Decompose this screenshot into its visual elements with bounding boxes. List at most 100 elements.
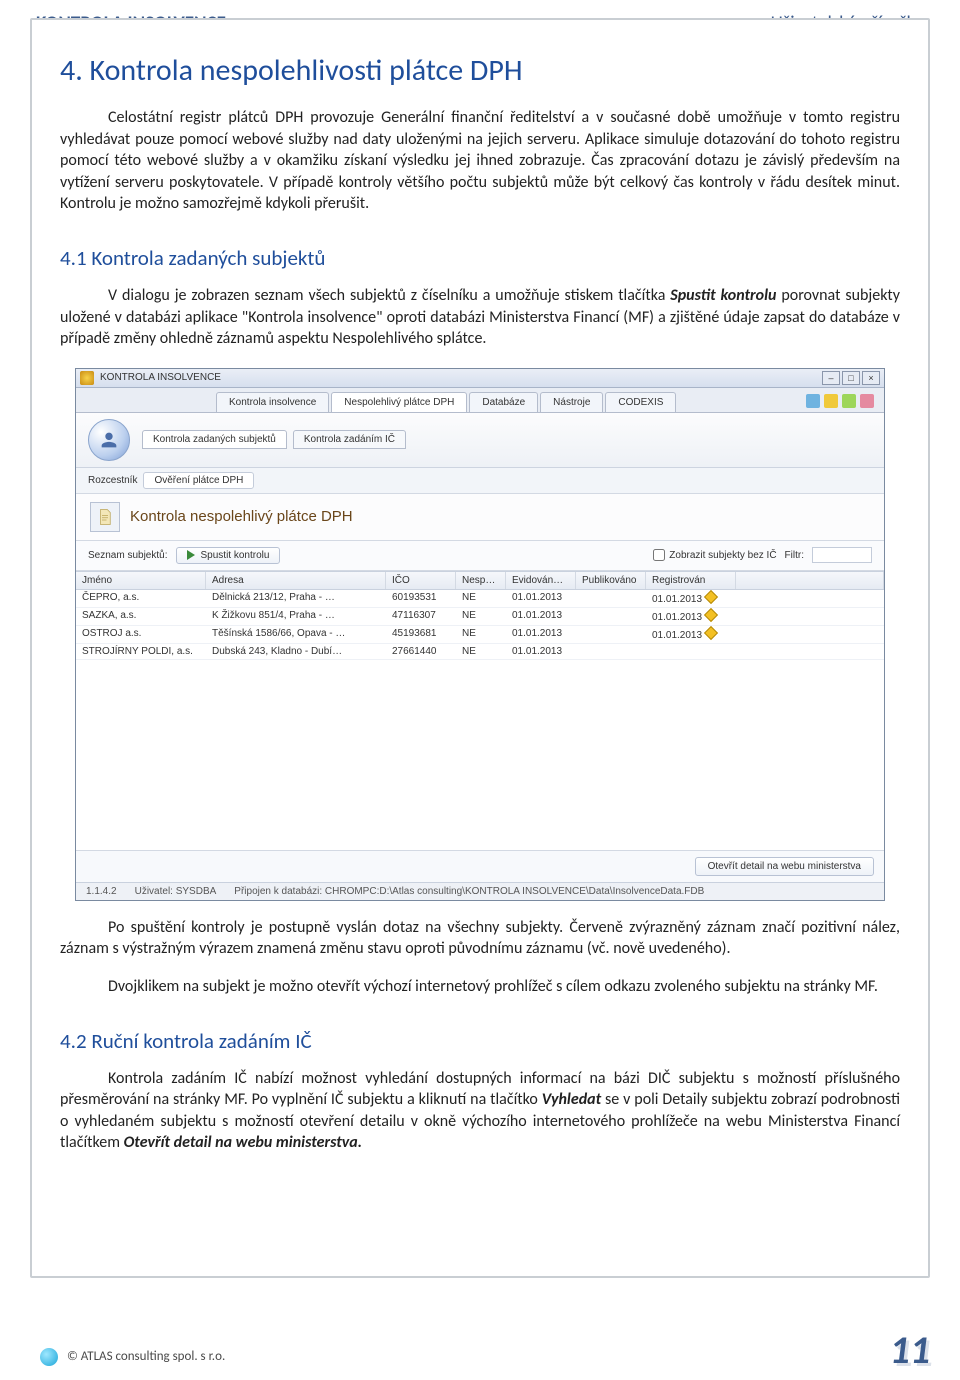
subtab-kontrola-ic[interactable]: Kontrola zadáním IČ	[293, 430, 406, 449]
window-buttons: – □ ×	[822, 371, 880, 385]
col-publikovano[interactable]: Publikováno	[576, 572, 646, 589]
col-ico[interactable]: IČO	[386, 572, 456, 589]
show-without-ic-input[interactable]	[653, 549, 665, 561]
grid-body: ČEPRO, a.s.Dělnická 213/12, Praha - …601…	[76, 590, 884, 850]
table-cell	[736, 644, 884, 659]
after-screenshot-p1: Po spuštění kontroly je postupně vyslán …	[60, 917, 900, 960]
filter-input[interactable]	[812, 547, 872, 563]
tab-codexis[interactable]: CODEXIS	[605, 392, 676, 412]
window-title: KONTROLA INSOLVENCE	[100, 372, 221, 383]
table-cell	[576, 608, 646, 625]
quick-icon-2[interactable]	[824, 394, 838, 408]
col-spacer	[736, 572, 884, 589]
panel-icon	[90, 502, 120, 532]
toolbar-quick-icons	[806, 394, 874, 408]
warning-icon	[704, 626, 718, 640]
table-cell: ČEPRO, a.s.	[76, 590, 206, 607]
table-cell	[736, 626, 884, 643]
table-cell	[646, 644, 736, 659]
minimize-button[interactable]: –	[822, 371, 840, 385]
table-cell: STROJÍRNY POLDI, a.s.	[76, 644, 206, 659]
subtab-kontrola-zadanych[interactable]: Kontrola zadaných subjektů	[142, 430, 287, 449]
app-screenshot: KONTROLA INSOLVENCE – □ × Kontrola insol…	[75, 368, 885, 901]
close-button[interactable]: ×	[862, 371, 880, 385]
table-cell: 01.01.2013	[506, 608, 576, 625]
page-number: 11	[889, 1325, 930, 1374]
module-icon	[88, 419, 130, 461]
col-registrovan[interactable]: Registrován	[646, 572, 736, 589]
filter-label: Filtr:	[785, 550, 804, 561]
document-icon	[96, 508, 114, 526]
table-cell	[576, 590, 646, 607]
tab-kontrola-insolvence[interactable]: Kontrola insolvence	[216, 392, 329, 412]
maximize-button[interactable]: □	[842, 371, 860, 385]
table-cell: 01.01.2013	[646, 608, 736, 625]
app-icon	[80, 371, 94, 385]
run-control-label: Spustit kontrolu	[201, 550, 270, 561]
section-42-bold2: Otevřít detail na webu ministerstva.	[124, 1133, 362, 1152]
breadcrumb-chip[interactable]: Ověření plátce DPH	[143, 472, 254, 489]
footer-globe-icon	[40, 1348, 58, 1366]
status-user: Uživatel: SYSDBA	[135, 886, 217, 897]
breadcrumb: Rozcestník Ověření plátce DPH	[76, 468, 884, 494]
window-titlebar: KONTROLA INSOLVENCE – □ ×	[76, 369, 884, 388]
table-cell	[736, 590, 884, 607]
sub-toolbar: Kontrola zadaných subjektů Kontrola zadá…	[76, 413, 884, 468]
section-42-title: 4.2 Ruční kontrola zadáním IČ	[60, 1028, 900, 1054]
list-label: Seznam subjektů:	[88, 550, 168, 561]
people-icon	[98, 429, 120, 451]
footer-button-row: Otevřít detail na webu ministerstva	[76, 850, 884, 882]
table-cell: Těšínská 1586/66, Opava - …	[206, 626, 386, 643]
section-42-bold1: Vyhledat	[542, 1090, 601, 1109]
panel-title-row: Kontrola nespolehlivý plátce DPH	[76, 494, 884, 541]
table-row[interactable]: OSTROJ a.s.Těšínská 1586/66, Opava - …45…	[76, 626, 884, 644]
table-row[interactable]: ČEPRO, a.s.Dělnická 213/12, Praha - …601…	[76, 590, 884, 608]
breadcrumb-label: Rozcestník	[88, 475, 137, 486]
table-cell: 01.01.2013	[646, 626, 736, 643]
tab-nastroje[interactable]: Nástroje	[540, 392, 603, 412]
table-cell: 01.01.2013	[506, 644, 576, 659]
table-row[interactable]: STROJÍRNY POLDI, a.s.Dubská 243, Kladno …	[76, 644, 884, 660]
warning-icon	[704, 608, 718, 622]
quick-icon-1[interactable]	[806, 394, 820, 408]
main-tabstrip: Kontrola insolvence Nespolehlivý plátce …	[76, 388, 884, 413]
run-control-button[interactable]: Spustit kontrolu	[176, 547, 281, 564]
section-41-bold: Spustit kontrolu	[670, 286, 776, 305]
table-cell: 45193681	[386, 626, 456, 643]
open-detail-button[interactable]: Otevřít detail na webu ministerstva	[695, 857, 874, 876]
play-icon	[187, 550, 195, 560]
section-42-paragraph: Kontrola zadáním IČ nabízí možnost vyhle…	[60, 1068, 900, 1154]
tab-nespolehlivy-platce[interactable]: Nespolehlivý plátce DPH	[331, 392, 467, 412]
show-without-ic-label: Zobrazit subjekty bez IČ	[669, 550, 776, 561]
col-name[interactable]: Jméno	[76, 572, 206, 589]
status-connection: Připojen k databázi: CHROMPC:D:\Atlas co…	[234, 886, 704, 897]
panel-title: Kontrola nespolehlivý plátce DPH	[130, 508, 353, 525]
warning-icon	[704, 590, 718, 604]
col-evidovan[interactable]: Evidován…	[506, 572, 576, 589]
after-screenshot-p2: Dvojklikem na subjekt je možno otevřít v…	[60, 976, 900, 998]
content-frame: 4. Kontrola nespolehlivosti plátce DPH C…	[30, 18, 930, 1278]
table-cell: Dubská 243, Kladno - Dubí…	[206, 644, 386, 659]
table-cell	[576, 626, 646, 643]
table-cell: NE	[456, 590, 506, 607]
table-cell: 27661440	[386, 644, 456, 659]
section-41-paragraph: V dialogu je zobrazen seznam všech subje…	[60, 285, 900, 350]
table-row[interactable]: SAZKA, a.s.K Žižkovu 851/4, Praha - …471…	[76, 608, 884, 626]
table-cell: NE	[456, 644, 506, 659]
table-cell: OSTROJ a.s.	[76, 626, 206, 643]
col-address[interactable]: Adresa	[206, 572, 386, 589]
table-cell	[736, 608, 884, 625]
table-cell: Dělnická 213/12, Praha - …	[206, 590, 386, 607]
table-cell: 01.01.2013	[646, 590, 736, 607]
footer-text: © ATLAS consulting spol. s r.o.	[67, 1349, 225, 1364]
chapter-title: 4. Kontrola nespolehlivosti plátce DPH	[60, 52, 900, 89]
table-cell: 47116307	[386, 608, 456, 625]
quick-icon-4[interactable]	[860, 394, 874, 408]
show-without-ic-checkbox[interactable]: Zobrazit subjekty bez IČ	[653, 549, 776, 561]
footer: © ATLAS consulting spol. s r.o.	[40, 1348, 225, 1366]
grid-header: Jméno Adresa IČO Nesp… Evidován… Publiko…	[76, 571, 884, 590]
status-bar: 1.1.4.2 Uživatel: SYSDBA Připojen k data…	[76, 882, 884, 900]
col-nesp[interactable]: Nesp…	[456, 572, 506, 589]
quick-icon-3[interactable]	[842, 394, 856, 408]
tab-databaze[interactable]: Databáze	[469, 392, 538, 412]
